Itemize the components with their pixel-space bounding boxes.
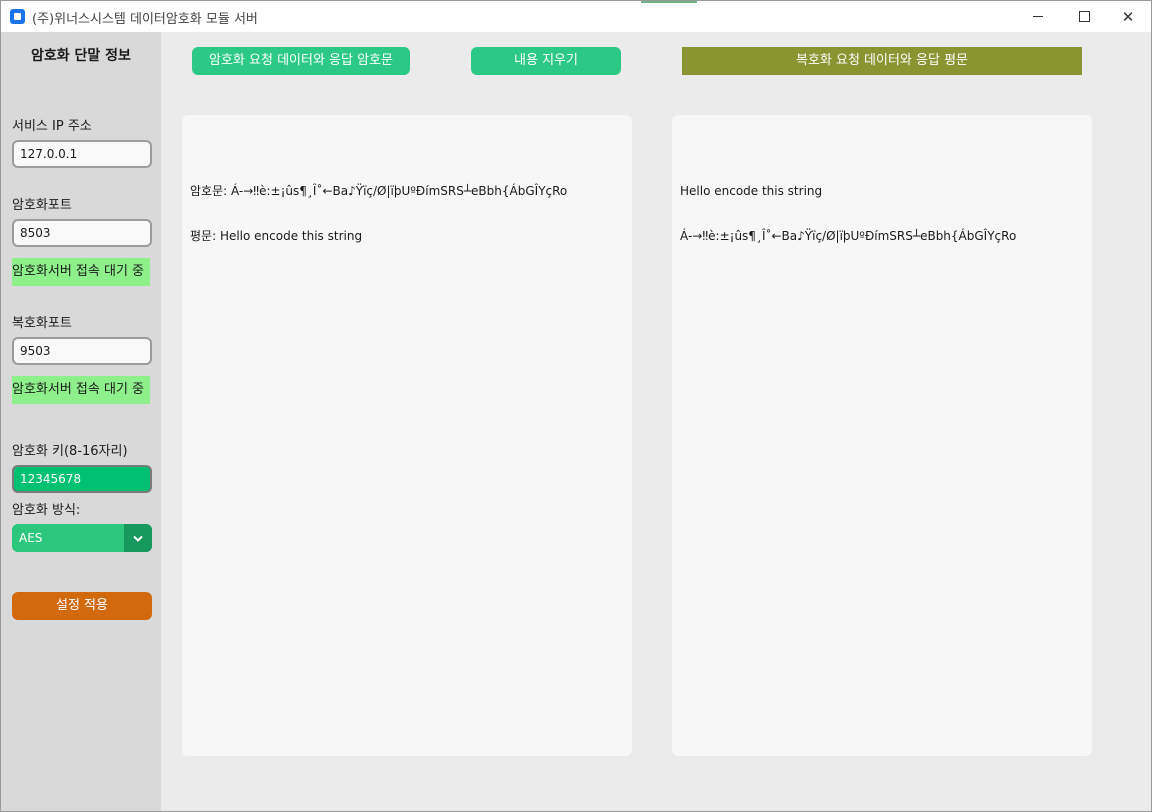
method-select[interactable]: AES <box>12 524 152 552</box>
encrypt-output-text: 암호문: Á-→‼è:±¡ûs¶¸Î˚←Ba♪Ÿïç/Ø|ïþUºÐímSRS┴… <box>190 154 567 274</box>
method-label: 암호화 방식: <box>12 503 81 518</box>
key-input[interactable] <box>12 465 152 493</box>
decrypt-server-status: 암호화서버 접속 대기 중 <box>12 376 150 404</box>
decrypt-output-panel[interactable]: Hello encode this string Á-→‼è:±¡ûs¶¸Î˚←… <box>672 115 1092 756</box>
sidebar-title: 암호화 단말 정보 <box>31 48 131 64</box>
decrypt-output-text: Hello encode this string Á-→‼è:±¡ûs¶¸Î˚←… <box>680 154 1016 274</box>
maximize-button[interactable] <box>1061 1 1107 32</box>
method-select-value: AES <box>19 531 43 545</box>
plaintext-line: Hello encode this string <box>680 184 823 198</box>
plaintext-line: 평문: Hello encode this string <box>190 229 363 243</box>
decrypt-port-label: 복호화포트 <box>12 316 72 331</box>
minimize-icon <box>1033 16 1043 17</box>
apply-settings-button[interactable]: 설정 적용 <box>12 592 152 620</box>
encrypt-data-button[interactable]: 암호화 요청 데이터와 응답 암호문 <box>192 47 410 75</box>
close-button[interactable]: ✕ <box>1105 1 1151 32</box>
chevron-down-icon[interactable] <box>124 524 152 552</box>
close-icon: ✕ <box>1121 7 1135 26</box>
title-bar-accent <box>641 1 697 3</box>
window-title: (주)위너스시스템 데이터암호화 모듈 서버 <box>32 12 258 27</box>
sidebar: 암호화 단말 정보 서비스 IP 주소 암호화포트 암호화서버 접속 대기 중 … <box>1 32 161 811</box>
title-bar[interactable]: (주)위너스시스템 데이터암호화 모듈 서버 ✕ <box>1 1 1151 32</box>
decrypt-port-input[interactable] <box>12 337 152 365</box>
encrypt-server-status: 암호화서버 접속 대기 중 <box>12 258 150 286</box>
service-ip-input[interactable] <box>12 140 152 168</box>
ciphertext-line: Á-→‼è:±¡ûs¶¸Î˚←Ba♪Ÿïç/Ø|ïþUºÐímSRS┴eBbh{… <box>680 229 1017 243</box>
ciphertext-line: 암호문: Á-→‼è:±¡ûs¶¸Î˚←Ba♪Ÿïç/Ø|ïþUºÐímSRS┴… <box>190 184 568 198</box>
app-window: (주)위너스시스템 데이터암호화 모듈 서버 ✕ 암호화 단말 정보 서비스 I… <box>0 0 1152 812</box>
key-label: 암호화 키(8-16자리) <box>12 444 128 459</box>
service-ip-label: 서비스 IP 주소 <box>12 119 92 134</box>
encrypt-port-label: 암호화포트 <box>12 198 72 213</box>
minimize-button[interactable] <box>1015 1 1061 32</box>
app-icon <box>10 9 25 24</box>
encrypt-output-panel[interactable]: 암호문: Á-→‼è:±¡ûs¶¸Î˚←Ba♪Ÿïç/Ø|ïþUºÐímSRS┴… <box>182 115 632 756</box>
encrypt-port-input[interactable] <box>12 219 152 247</box>
clear-button[interactable]: 내용 지우기 <box>471 47 621 75</box>
maximize-icon <box>1078 11 1090 22</box>
decrypt-data-button[interactable]: 복호화 요청 데이터와 응답 평문 <box>682 47 1082 75</box>
